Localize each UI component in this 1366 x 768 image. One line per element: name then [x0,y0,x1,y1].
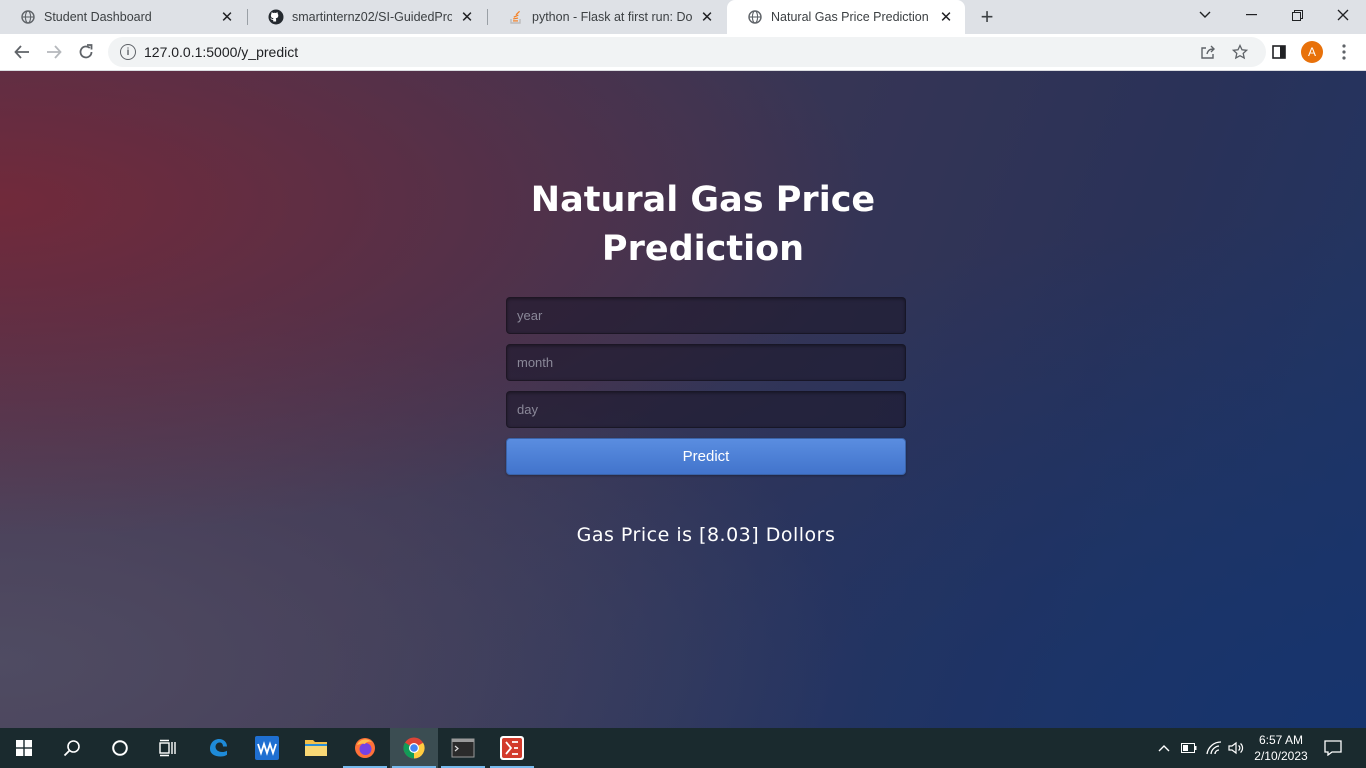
clock-date: 2/10/2023 [1254,749,1308,763]
chevron-up-icon [1158,745,1170,752]
app-taskbar-button[interactable] [488,728,536,768]
url-text: 127.0.0.1:5000/y_predict [144,44,299,60]
waves-app-taskbar-button[interactable] [243,728,291,768]
day-input[interactable] [506,391,906,428]
app-icon [500,736,524,760]
arrow-right-icon [47,45,62,59]
tab-natural-gas[interactable]: Natural Gas Price Prediction ✕ [727,0,965,34]
back-button[interactable] [8,38,36,66]
arrow-left-icon [14,45,29,59]
page-content: Natural Gas Price Prediction Predict Gas… [0,71,1366,728]
tab-title: Natural Gas Price Prediction [771,10,929,24]
edge-taskbar-button[interactable] [194,728,242,768]
globe-icon [20,9,36,25]
prediction-result: Gas Price is [8.03] Dollors [576,524,836,546]
taskbar: 6:57 AM 2/10/2023 [0,728,1366,768]
share-button[interactable] [1194,38,1222,66]
close-window-button[interactable] [1320,0,1366,30]
year-input[interactable] [506,297,906,334]
tab-search-chevron-icon[interactable] [1182,0,1228,30]
menu-icon[interactable] [1334,38,1354,66]
tab-title: python - Flask at first run: Do not [532,10,692,24]
tab-student-dashboard[interactable]: Student Dashboard ✕ [0,0,246,34]
notification-icon [1324,740,1342,756]
side-panel-icon [1272,45,1286,59]
share-icon [1201,45,1215,59]
cortana-icon [112,740,128,756]
side-panel-button[interactable] [1265,38,1293,66]
cortana-button[interactable] [96,728,144,768]
browser-toolbar: i 127.0.0.1:5000/y_predict A [0,34,1366,71]
windows-icon [16,740,32,756]
close-icon[interactable]: ✕ [698,8,716,26]
page-title: Natural Gas Price Prediction [483,176,923,274]
windows-start-button[interactable] [0,728,48,768]
forward-button[interactable] [40,38,68,66]
edge-icon [210,739,227,757]
search-icon [63,740,80,757]
close-icon[interactable]: ✕ [937,8,955,26]
file-explorer-taskbar-button[interactable] [292,728,340,768]
show-hidden-icons-button[interactable] [1154,728,1174,768]
tab-title: smartinternz02/SI-GuidedProject [292,10,452,24]
page-title-line2: Prediction [601,229,805,269]
bookmark-button[interactable] [1226,38,1254,66]
chrome-taskbar-button[interactable] [390,728,438,768]
minimize-button[interactable] [1228,0,1274,30]
site-info-icon[interactable]: i [120,44,136,60]
tab-stackoverflow[interactable]: python - Flask at first run: Do not ✕ [488,0,726,34]
terminal-taskbar-button[interactable] [439,728,487,768]
notifications-button[interactable] [1320,728,1346,768]
terminal-icon [451,738,475,758]
wifi-icon[interactable] [1203,728,1225,768]
firefox-icon [355,738,375,758]
stackoverflow-icon [508,9,524,25]
new-tab-button[interactable]: + [975,4,999,29]
close-icon[interactable]: ✕ [218,8,236,26]
profile-avatar[interactable]: A [1301,41,1323,63]
waves-app-icon [255,736,279,760]
chrome-icon [403,737,425,759]
taskbar-clock[interactable]: 6:57 AM 2/10/2023 [1246,732,1316,764]
predict-button[interactable]: Predict [506,438,906,475]
month-input[interactable] [506,344,906,381]
tab-github[interactable]: smartinternz02/SI-GuidedProject ✕ [248,0,486,34]
reload-icon [79,44,93,59]
close-icon[interactable]: ✕ [458,8,476,26]
tab-title: Student Dashboard [44,10,152,24]
battery-icon[interactable] [1178,728,1200,768]
folder-icon [305,740,327,756]
address-bar[interactable]: i 127.0.0.1:5000/y_predict [108,37,1266,67]
github-icon [268,9,284,25]
clock-time: 6:57 AM [1258,733,1304,747]
page-title-line1: Natural Gas Price [530,180,876,220]
firefox-taskbar-button[interactable] [341,728,389,768]
search-button[interactable] [48,728,96,768]
restore-button[interactable] [1274,0,1320,30]
globe-icon [747,9,763,25]
task-view-button[interactable] [144,728,192,768]
star-icon [1232,44,1248,60]
reload-button[interactable] [72,38,100,66]
volume-icon[interactable] [1226,728,1246,768]
task-view-icon [159,739,176,757]
tab-strip: Student Dashboard ✕ smartinternz02/SI-Gu… [0,0,1366,34]
